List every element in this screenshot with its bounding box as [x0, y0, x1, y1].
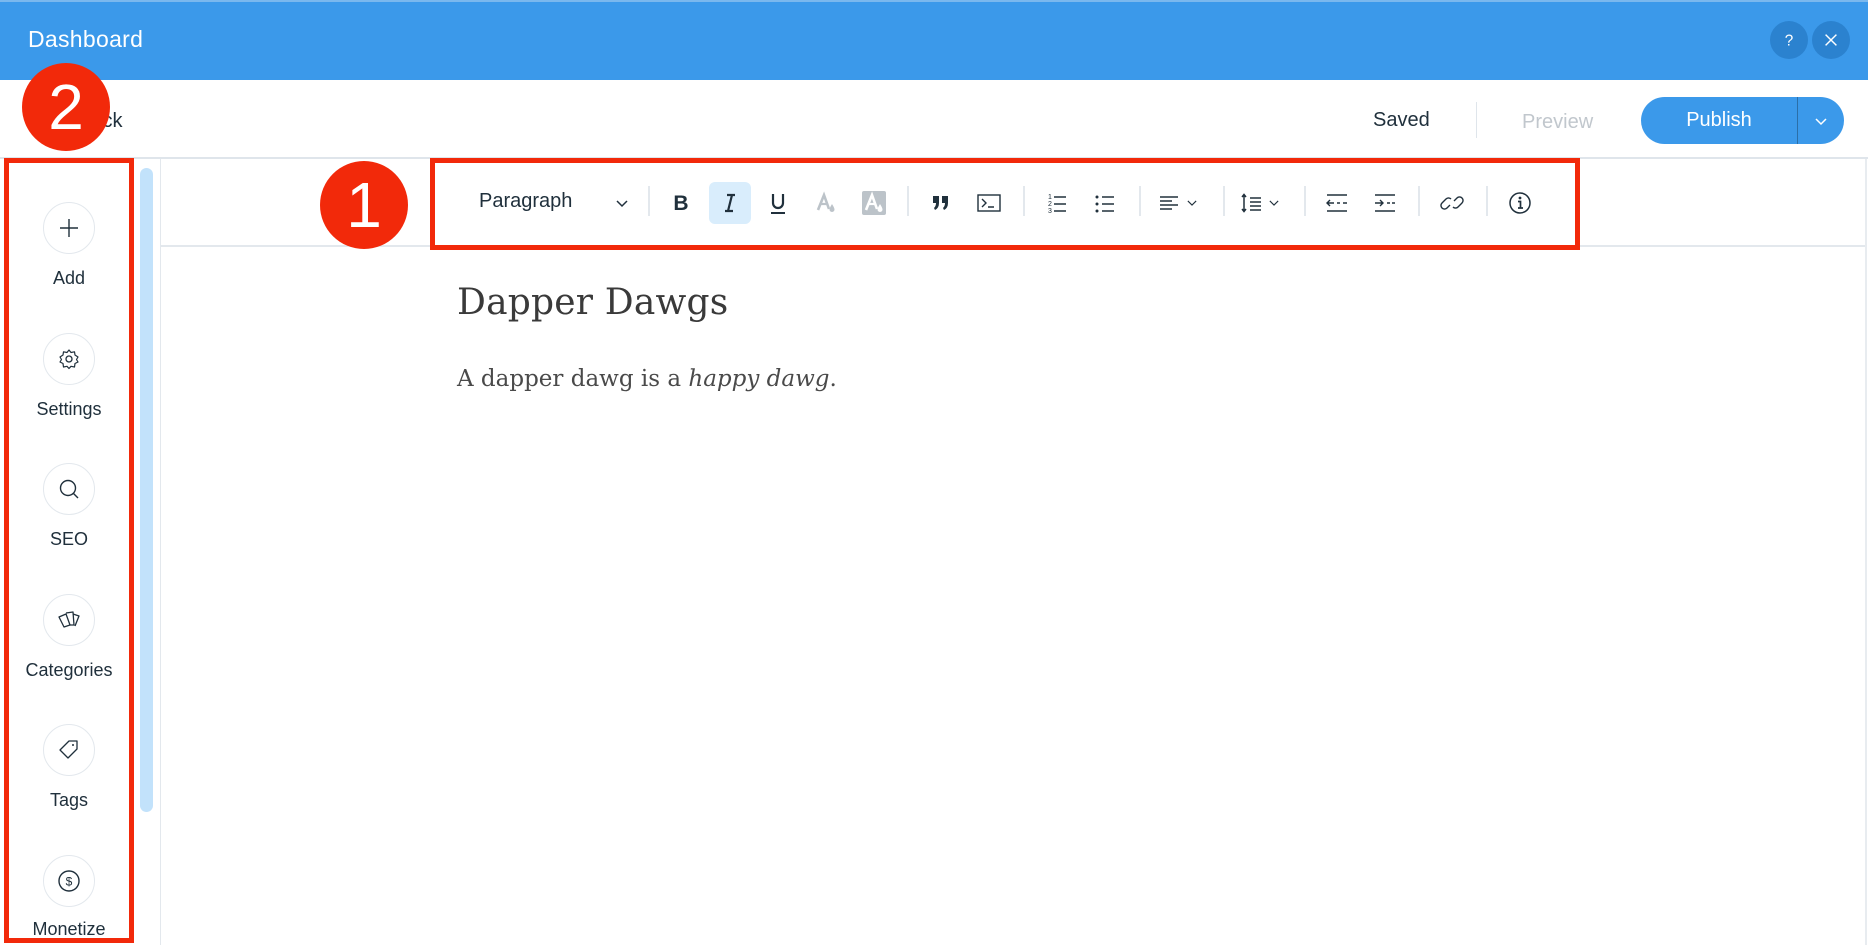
body-text-end: .: [829, 366, 837, 392]
divider: [1476, 102, 1477, 138]
post-title[interactable]: Dapper Dawgs: [457, 282, 728, 323]
divider: [160, 159, 161, 945]
title-bar: Dashboard: [0, 0, 1868, 80]
divider: [1865, 159, 1867, 945]
close-button[interactable]: [1812, 21, 1850, 59]
post-body[interactable]: A dapper dawg is a happy dawg.: [457, 366, 837, 392]
question-mark-icon: ?: [1785, 32, 1794, 49]
save-status: Saved: [1373, 109, 1430, 131]
chevron-down-icon: [1815, 117, 1827, 125]
help-button[interactable]: ?: [1770, 21, 1808, 59]
preview-button[interactable]: Preview: [1522, 111, 1593, 134]
publish-button-group: Publish: [1641, 97, 1844, 144]
publish-options-button[interactable]: [1798, 97, 1844, 144]
annotation-badge-1: 1: [320, 161, 408, 249]
annotation-box-toolbar: [430, 158, 1580, 250]
close-icon: [1825, 34, 1837, 46]
body-text: A dapper dawg is a: [457, 366, 689, 392]
annotation-badge-2: 2: [22, 63, 110, 151]
body-italic-text: happy dawg: [688, 366, 830, 392]
sidebar-scrollbar[interactable]: [140, 168, 153, 812]
annotation-box-sidebar: [4, 158, 134, 943]
publish-button[interactable]: Publish: [1641, 97, 1797, 144]
svg-text:?: ?: [1785, 32, 1794, 49]
window-title: Dashboard: [28, 26, 144, 52]
